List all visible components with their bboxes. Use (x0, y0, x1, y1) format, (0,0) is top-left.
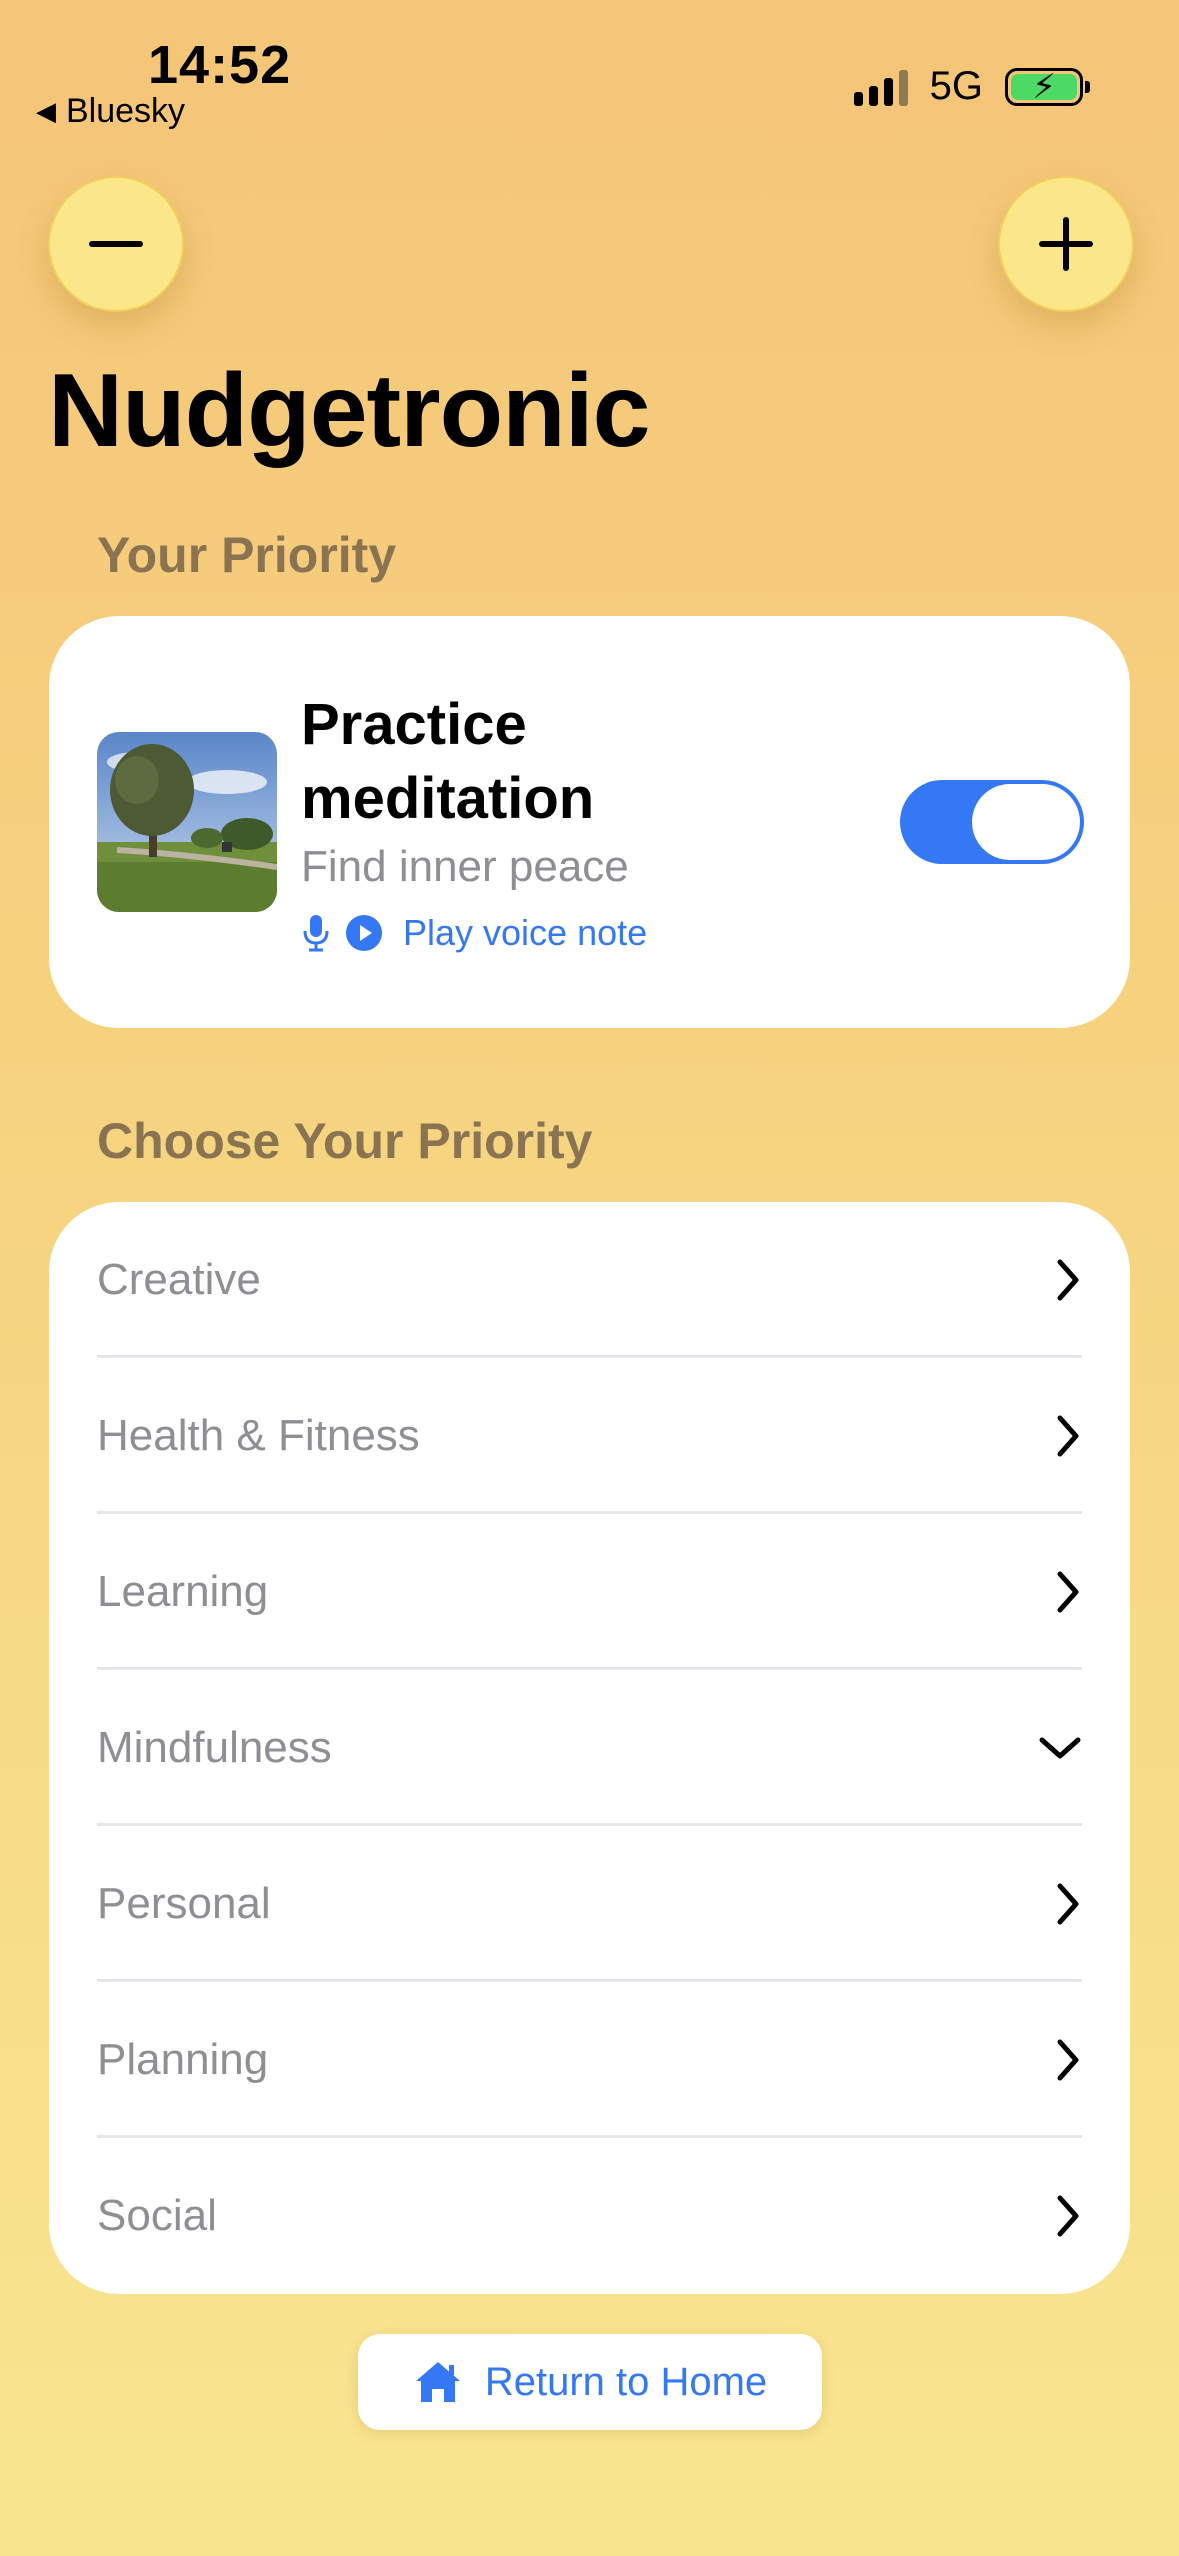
category-row-planning[interactable]: Planning (97, 1982, 1082, 2138)
page-title: Nudgetronic (48, 353, 650, 469)
back-triangle-icon: ◀ (36, 96, 56, 126)
toggle-knob (972, 784, 1080, 860)
priority-toggle[interactable] (900, 780, 1084, 864)
return-home-button[interactable]: Return to Home (358, 2334, 822, 2430)
category-row-health-fitness[interactable]: Health & Fitness (97, 1358, 1082, 1514)
plus-icon (1039, 217, 1093, 271)
play-voice-note-label: Play voice note (403, 912, 648, 953)
category-label: Mindfulness (97, 1723, 332, 1772)
priority-title: Practice meditation (301, 692, 595, 831)
play-voice-note-link[interactable]: Play voice note (301, 912, 647, 954)
choose-priority-heading: Choose Your Priority (97, 1113, 593, 1169)
category-row-learning[interactable]: Learning (97, 1514, 1082, 1670)
category-label: Planning (97, 2035, 269, 2084)
chevron-right-icon (1057, 1415, 1079, 1457)
house-icon (415, 2362, 460, 2402)
minus-icon (89, 241, 143, 247)
category-label: Health & Fitness (97, 1411, 420, 1460)
return-home-label: Return to Home (484, 2359, 768, 2404)
chevron-right-icon (1057, 2195, 1079, 2237)
back-to-app-link[interactable]: ◀ Bluesky (36, 92, 185, 131)
chevron-down-icon (1039, 1737, 1081, 1759)
category-row-personal[interactable]: Personal (97, 1826, 1082, 1982)
category-label: Creative (97, 1255, 261, 1304)
status-time: 14:52 (148, 35, 292, 95)
category-label: Social (97, 2191, 217, 2240)
category-row-social[interactable]: Social (97, 2138, 1082, 2294)
category-row-mindfulness[interactable]: Mindfulness (97, 1670, 1082, 1826)
chevron-right-icon (1057, 1259, 1079, 1301)
chevron-right-icon (1057, 1883, 1079, 1925)
category-label: Personal (97, 1879, 271, 1928)
your-priority-heading: Your Priority (97, 527, 397, 583)
chevron-right-icon (1057, 2039, 1079, 2081)
status-indicators: 5G ⚡ (853, 64, 1090, 109)
cellular-signal-icon (853, 68, 908, 106)
category-label: Learning (97, 1567, 269, 1616)
category-row-creative[interactable]: Creative (97, 1202, 1082, 1358)
add-button[interactable] (998, 176, 1134, 312)
priority-card: Practice meditation Find inner peace Pla… (49, 616, 1130, 1028)
network-type: 5G (929, 64, 983, 108)
battery-charging-icon: ⚡ (1005, 67, 1090, 106)
remove-button[interactable] (48, 176, 184, 312)
priority-thumbnail (97, 732, 277, 912)
category-list: Creative Health & Fitness Learning Mindf… (49, 1202, 1130, 2294)
microphone-icon (303, 915, 329, 952)
back-app-label: Bluesky (66, 92, 186, 130)
priority-subtitle: Find inner peace (301, 842, 629, 891)
play-circle-icon (346, 915, 382, 951)
chevron-right-icon (1057, 1571, 1079, 1613)
